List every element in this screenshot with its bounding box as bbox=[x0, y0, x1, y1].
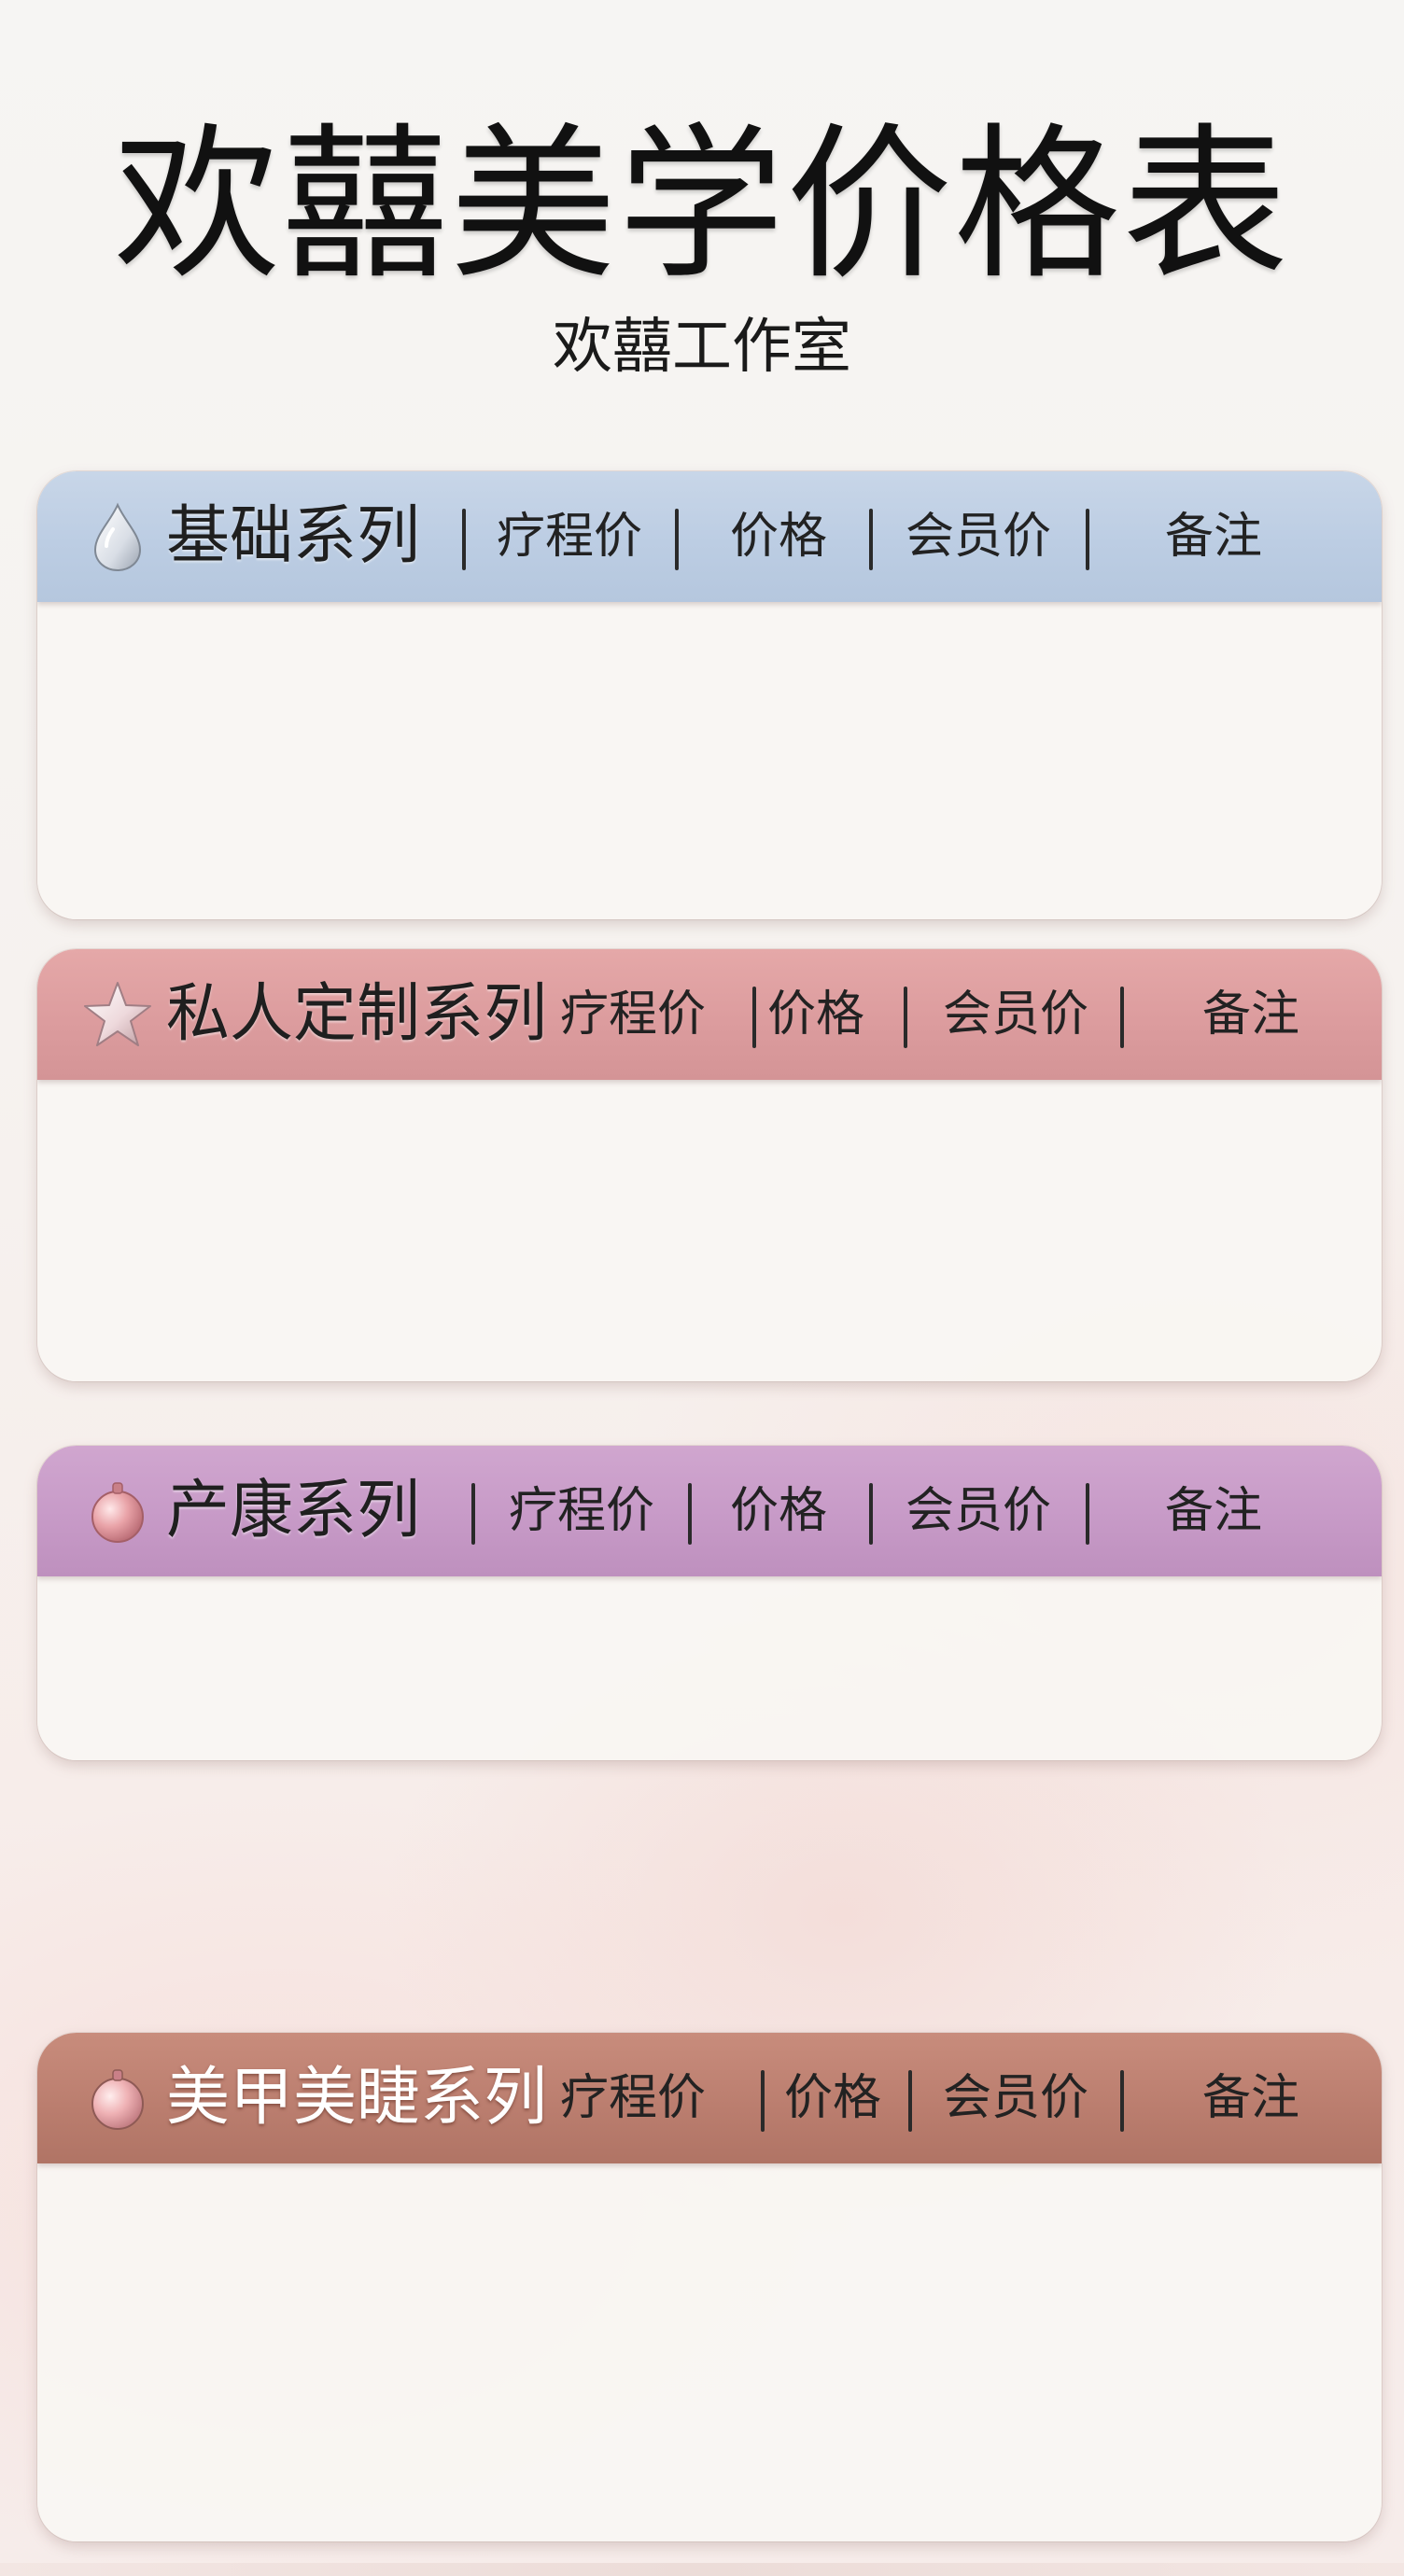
column-header-notes: 备注 bbox=[1165, 509, 1263, 565]
column-header-course-price: 疗程价 bbox=[509, 1483, 655, 1539]
water-drop-icon bbox=[82, 501, 153, 572]
section-header: 私人定制系列 疗程价 价格 会员价 备注 bbox=[37, 949, 1382, 1080]
column-header-course-price: 疗程价 bbox=[497, 509, 643, 565]
column-header-notes: 备注 bbox=[1165, 1483, 1263, 1539]
section-content-area bbox=[37, 2163, 1382, 2541]
column-header-notes: 备注 bbox=[1202, 2070, 1300, 2126]
section-nail-lash: 美甲美睫系列 疗程价 价格 会员价 备注 bbox=[37, 2033, 1382, 2541]
column-divider bbox=[761, 2070, 765, 2132]
column-header-price: 价格 bbox=[730, 1483, 828, 1539]
column-header-member-price: 会员价 bbox=[943, 987, 1089, 1043]
column-divider bbox=[752, 987, 756, 1048]
pink-orb-icon bbox=[82, 1476, 153, 1547]
column-divider bbox=[688, 1483, 692, 1545]
section-content-area bbox=[37, 1080, 1382, 1381]
section-title: 产康系列 bbox=[166, 1474, 421, 1547]
section-content-area bbox=[37, 602, 1382, 919]
section-basic: 基础系列 疗程价 价格 会员价 备注 bbox=[37, 471, 1382, 919]
section-title: 基础系列 bbox=[166, 499, 421, 573]
column-divider bbox=[1120, 987, 1124, 1048]
column-header-price: 价格 bbox=[784, 2070, 882, 2126]
column-header-course-price: 疗程价 bbox=[560, 987, 707, 1043]
column-divider bbox=[904, 987, 907, 1048]
page-subtitle: 欢囍工作室 bbox=[553, 313, 851, 382]
column-divider bbox=[1086, 509, 1089, 570]
section-content-area bbox=[37, 1576, 1382, 1760]
column-divider bbox=[462, 509, 466, 570]
page-title: 欢囍美学价格表 bbox=[114, 108, 1290, 301]
column-header-member-price: 会员价 bbox=[906, 509, 1052, 565]
section-postnatal: 产康系列 疗程价 价格 会员价 备注 bbox=[37, 1446, 1382, 1760]
column-header-member-price: 会员价 bbox=[906, 1483, 1052, 1539]
column-header-price: 价格 bbox=[730, 509, 828, 565]
bottom-edge-strip bbox=[0, 2563, 1404, 2576]
column-divider bbox=[908, 2070, 912, 2132]
column-header-course-price: 疗程价 bbox=[560, 2070, 707, 2126]
section-header: 产康系列 疗程价 价格 会员价 备注 bbox=[37, 1446, 1382, 1576]
column-header-notes: 备注 bbox=[1202, 987, 1300, 1043]
section-header: 美甲美睫系列 疗程价 价格 会员价 备注 bbox=[37, 2033, 1382, 2163]
section-private-custom: 私人定制系列 疗程价 价格 会员价 备注 bbox=[37, 949, 1382, 1381]
column-divider bbox=[869, 509, 873, 570]
star-icon bbox=[82, 979, 153, 1050]
section-title: 私人定制系列 bbox=[166, 977, 548, 1051]
column-divider bbox=[471, 1483, 475, 1545]
section-title: 美甲美睫系列 bbox=[166, 2061, 548, 2135]
column-divider bbox=[869, 1483, 873, 1545]
column-divider bbox=[1086, 1483, 1089, 1545]
column-divider bbox=[675, 509, 679, 570]
column-header-member-price: 会员价 bbox=[943, 2070, 1089, 2126]
column-divider bbox=[1120, 2070, 1124, 2132]
column-header-price: 价格 bbox=[767, 987, 865, 1043]
section-header: 基础系列 疗程价 价格 会员价 备注 bbox=[37, 471, 1382, 602]
pink-orb-icon bbox=[82, 2063, 153, 2134]
